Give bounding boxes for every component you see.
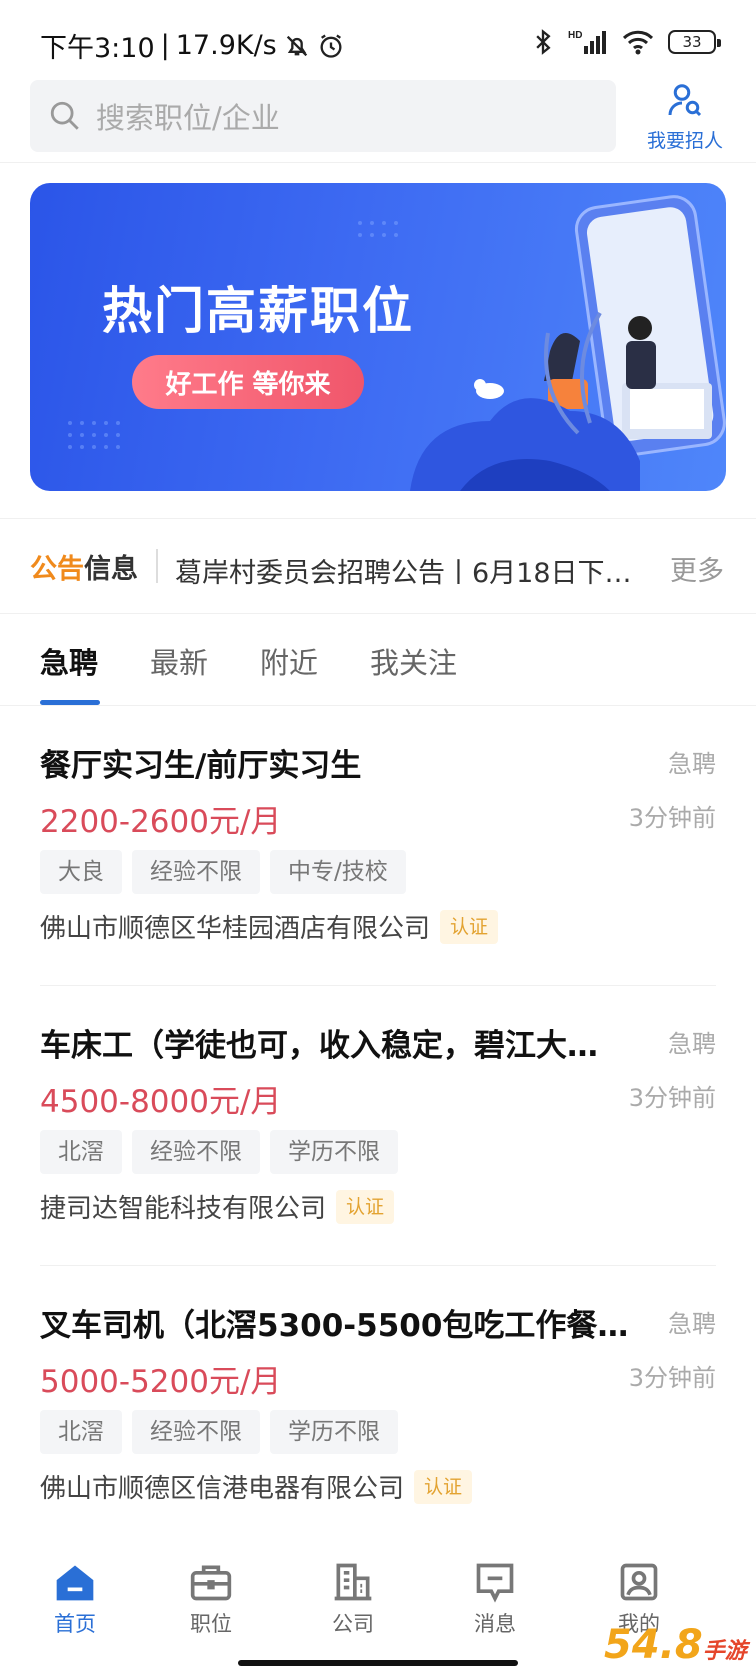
building-icon [334, 1563, 372, 1601]
job-urgent-label: 急聘 [668, 1310, 716, 1338]
nav-label: 职位 [190, 1612, 232, 1636]
status-right: HD 33 [532, 28, 721, 56]
company-name: 佛山市顺德区华桂园酒店有限公司 [40, 914, 431, 944]
recruit-button[interactable]: 我要招人 [640, 82, 730, 152]
home-icon [56, 1565, 94, 1601]
job-divider [40, 1265, 716, 1266]
job-tag: 学历不限 [270, 1410, 398, 1454]
notice-tag-part2: 信息 [84, 554, 138, 585]
job-title: 叉车司机（北滘5300-5500包吃工作餐… [40, 1308, 629, 1344]
job-urgent-label: 急聘 [668, 1030, 716, 1058]
svg-text:HD: HD [568, 30, 582, 41]
job-title: 车床工（学徒也可，收入稳定，碧江大… [40, 1028, 598, 1064]
job-posted-time: 3分钟前 [628, 804, 716, 832]
job-company: 佛山市顺德区华桂园酒店有限公司 认证 [40, 908, 499, 945]
search-input[interactable]: 搜索职位/企业 [30, 80, 616, 152]
job-salary: 4500-8000元/月 [40, 1084, 282, 1120]
job-tag: 经验不限 [132, 850, 260, 894]
promo-banner[interactable]: 热门高薪职位 好工作 等你来 [30, 183, 726, 491]
nav-home[interactable]: 首页 [20, 1560, 130, 1638]
job-tag: 经验不限 [132, 1410, 260, 1454]
alarm-icon [320, 34, 342, 58]
job-salary: 5000-5200元/月 [40, 1364, 282, 1400]
nav-label: 公司 [332, 1612, 374, 1636]
job-posted-time: 3分钟前 [628, 1084, 716, 1112]
search-icon [50, 101, 79, 130]
job-tag: 大良 [40, 850, 122, 894]
job-tag: 中专/技校 [270, 850, 406, 894]
job-company: 佛山市顺德区信港电器有限公司 认证 [40, 1468, 473, 1505]
notice-text[interactable]: 葛岸村委员会招聘公告丨6月18日下… [175, 551, 645, 590]
job-card[interactable]: 车床工（学徒也可，收入稳定，碧江大… 急聘 4500-8000元/月 3分钟前 … [40, 1020, 716, 1280]
battery-icon: 33 [668, 30, 721, 54]
job-divider [40, 985, 716, 986]
job-tag: 北滘 [40, 1130, 122, 1174]
tab-latest[interactable]: 最新 [150, 640, 208, 682]
home-indicator[interactable] [238, 1660, 518, 1666]
job-tags: 北滘 经验不限 学历不限 [40, 1410, 398, 1454]
tab-following[interactable]: 我关注 [370, 640, 457, 682]
job-posted-time: 3分钟前 [628, 1364, 716, 1392]
nav-messages[interactable]: 消息 [440, 1560, 550, 1638]
company-name: 捷司达智能科技有限公司 [40, 1194, 327, 1224]
job-tag: 北滘 [40, 1410, 122, 1454]
mute-bell-icon [286, 35, 307, 56]
notice-bar[interactable]: 公告信息 葛岸村委员会招聘公告丨6月18日下… 更多 [0, 518, 756, 614]
notice-separator [156, 549, 158, 583]
tab-nearby[interactable]: 附近 [260, 640, 318, 682]
notice-more-link[interactable]: 更多 [670, 549, 724, 588]
job-card[interactable]: 叉车司机（北滘5300-5500包吃工作餐… 急聘 5000-5200元/月 3… [40, 1300, 716, 1560]
message-icon [476, 1563, 514, 1603]
banner-title: 热门高薪职位 [102, 282, 414, 340]
company-name: 佛山市顺德区信港电器有限公司 [40, 1474, 405, 1504]
profile-icon [620, 1563, 658, 1601]
tab-urgent[interactable]: 急聘 [40, 640, 98, 682]
recruiter-icon [668, 84, 702, 117]
job-salary: 2200-2600元/月 [40, 804, 282, 840]
job-tag: 学历不限 [270, 1130, 398, 1174]
job-tag: 经验不限 [132, 1130, 260, 1174]
bluetooth-icon [536, 29, 551, 55]
job-tags: 大良 经验不限 中专/技校 [40, 850, 406, 894]
tab-active-indicator [40, 700, 100, 705]
notice-tag-part1: 公告 [30, 554, 84, 585]
status-bar: 下午3:10 | 17.9K/s HD 33 [0, 0, 756, 78]
nav-label: 首页 [54, 1612, 96, 1636]
job-tabs: 急聘 最新 附近 我关注 [0, 618, 756, 706]
site-watermark: 54.8手游网 [604, 1622, 747, 1668]
search-placeholder: 搜索职位/企业 [96, 101, 280, 135]
job-tags: 北滘 经验不限 学历不限 [40, 1130, 398, 1174]
briefcase-icon [190, 1565, 232, 1601]
status-time: 下午3:10 [40, 33, 155, 64]
job-card[interactable]: 餐厅实习生/前厅实习生 急聘 2200-2600元/月 3分钟前 大良 经验不限… [40, 740, 716, 1000]
battery-level: 33 [682, 33, 702, 51]
header-divider [0, 162, 756, 163]
job-urgent-label: 急聘 [668, 750, 716, 778]
job-company: 捷司达智能科技有限公司 认证 [40, 1188, 395, 1225]
notice-tag: 公告信息 [30, 547, 138, 586]
signal-icon: HD [568, 30, 606, 54]
status-left: 下午3:10 | 17.9K/s [40, 26, 345, 65]
wifi-icon [622, 30, 654, 55]
banner-pill: 好工作 等你来 [132, 355, 364, 409]
recruit-label: 我要招人 [646, 130, 723, 152]
nav-jobs[interactable]: 职位 [156, 1560, 266, 1638]
status-net-speed: 17.9K/s [175, 30, 277, 61]
job-title: 餐厅实习生/前厅实习生 [40, 748, 362, 784]
nav-label: 消息 [474, 1612, 516, 1636]
verified-badge: 认证 [336, 1189, 395, 1224]
verified-badge: 认证 [414, 1469, 473, 1504]
nav-company[interactable]: 公司 [298, 1560, 408, 1638]
verified-badge: 认证 [440, 909, 499, 944]
